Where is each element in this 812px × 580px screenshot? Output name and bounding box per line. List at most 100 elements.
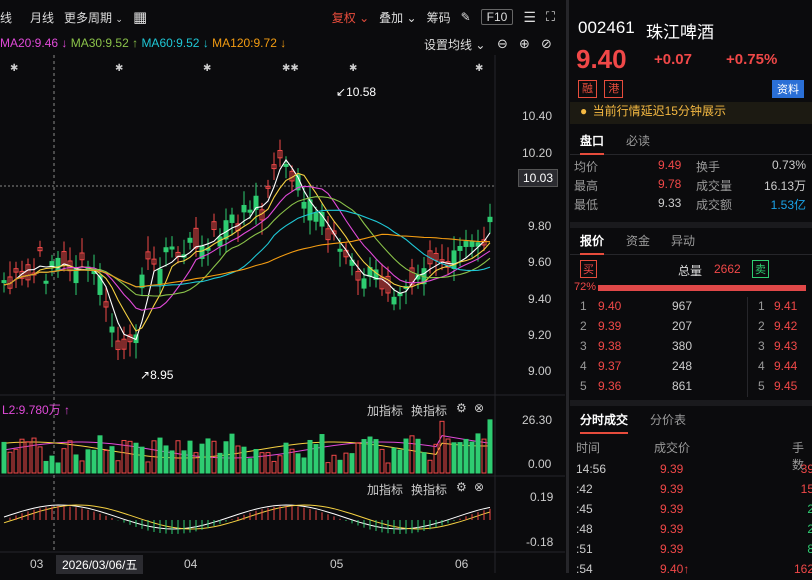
volume-bar	[403, 438, 409, 474]
vol-switch-indicator-button[interactable]: 换指标	[411, 402, 447, 419]
candle-body	[109, 326, 115, 333]
vol-add-indicator-button[interactable]: 加指标	[367, 402, 403, 419]
tab-bidu[interactable]: 必读	[626, 132, 650, 149]
fuquan-button[interactable]: 复权 ⌄	[332, 9, 369, 26]
gear-icon[interactable]: ⚙	[456, 401, 467, 415]
ma-lines	[3, 158, 491, 530]
chips-button[interactable]: 筹码	[427, 9, 451, 26]
event-marker-icon[interactable]: ✱	[349, 63, 357, 74]
fuquan-label: 复权	[331, 10, 356, 25]
bid-volume: 380	[672, 339, 693, 353]
trade-row: :42 9.39 15	[570, 480, 812, 500]
event-marker-icon[interactable]: ✱✱	[282, 63, 299, 74]
grid-layout-icon[interactable]: ▦	[133, 8, 147, 26]
order-book: 1 9.40 967 1 9.41 2 9.39 207 2 9.42 3 9.38 380 3 9.43 4…	[570, 297, 812, 397]
event-marker-icon[interactable]: ✱	[203, 63, 211, 74]
close-icon[interactable]: ⊗	[474, 480, 484, 494]
bid-price: 9.36	[598, 379, 622, 393]
volume-bar	[181, 450, 187, 474]
candle-body	[487, 216, 493, 223]
f10-button[interactable]: F10	[480, 9, 514, 25]
order-book-row[interactable]: 3 9.38 380 3 9.43	[570, 337, 812, 357]
low-value: 8.95	[150, 368, 174, 382]
candle-body	[241, 204, 247, 213]
volume-label-text: L2:9.780万	[2, 403, 61, 417]
tab-tick-trades[interactable]: 分时成交	[580, 411, 629, 434]
volume-bar	[481, 438, 487, 474]
stock-badges: 融 港	[578, 80, 627, 98]
candle-body	[361, 278, 367, 289]
bid-volume: 967	[672, 299, 693, 313]
gear-icon[interactable]: ⚙	[456, 480, 467, 494]
volume-bar	[361, 439, 367, 474]
order-book-row[interactable]: 1 9.40 967 1 9.41	[570, 297, 812, 317]
tab-funds[interactable]: 资金	[626, 232, 650, 249]
hk-connect-badge[interactable]: 港	[604, 80, 624, 98]
period-more[interactable]: 更多周期 ⌄	[64, 9, 123, 26]
panel-divider[interactable]	[566, 0, 569, 573]
macd-add-indicator-button[interactable]: 加指标	[367, 481, 403, 498]
volume-bar	[307, 439, 313, 474]
stat-value: 9.49	[658, 158, 682, 172]
margin-badge[interactable]: 融	[578, 80, 597, 98]
delay-notice: ● 当前行情延迟15分钟展示	[570, 102, 812, 124]
profile-button[interactable]: 资料	[772, 80, 804, 98]
settings-sliders-icon[interactable]: ☰	[523, 9, 536, 26]
draw-pen-icon[interactable]: ✎	[461, 10, 471, 24]
ask-price: 9.41	[774, 299, 798, 313]
bid-volume: 248	[672, 359, 693, 373]
event-marker-icon[interactable]: ✱	[475, 63, 483, 74]
stat-label: 换手	[696, 160, 721, 174]
event-marker-icon[interactable]: ✱	[115, 63, 123, 74]
overlay-button[interactable]: 叠加 ⌄	[379, 9, 416, 26]
candle-body	[313, 212, 319, 222]
candle-body	[283, 163, 289, 167]
ma120-value: MA120:9.72	[212, 36, 277, 50]
chart-toolbar: 线 月线 更多周期 ⌄ ▦ 复权 ⌄ 叠加 ⌄ 筹码 ✎ F10 ☰ ⛶	[0, 0, 565, 34]
ask-level: 1	[758, 299, 765, 313]
tab-price-table[interactable]: 分价表	[650, 411, 686, 428]
trade-list: 14:56 9.39 39:42 9.39 15:45 9.39 2:48 9.39 2:51 9…	[570, 460, 812, 580]
buy-sell-ratio-bar	[598, 285, 806, 291]
trade-price: 9.40↑	[660, 562, 690, 576]
price-tick: 10.40	[522, 109, 553, 123]
ma-settings-button[interactable]: 设置均线 ⌄	[424, 36, 485, 53]
period-day-partial[interactable]: 线	[0, 9, 12, 26]
close-icon[interactable]: ⊗	[474, 401, 484, 415]
trade-time: :45	[576, 502, 593, 516]
macd-switch-indicator-button[interactable]: 换指标	[411, 481, 447, 498]
order-book-row[interactable]: 5 9.36 861 5 9.45	[570, 377, 812, 397]
price-tick: 9.40	[528, 292, 552, 306]
sell-badge: 卖	[752, 260, 769, 278]
order-book-row[interactable]: 2 9.39 207 2 9.42	[570, 317, 812, 337]
volume-bar	[409, 435, 415, 474]
volume-bar	[31, 437, 37, 474]
kline-chart[interactable]	[0, 55, 565, 573]
high-value: 10.58	[346, 85, 377, 99]
volume-bar	[61, 448, 67, 474]
tab-quote[interactable]: 报价	[580, 232, 605, 255]
bid-level: 4	[580, 359, 587, 373]
volume-bar	[475, 433, 481, 474]
tab-pankou[interactable]: 盘口	[580, 132, 605, 155]
period-month[interactable]: 月线	[30, 9, 54, 26]
price-change: +0.07	[654, 51, 692, 68]
volume-bar	[1, 441, 7, 474]
zoom-out-icon[interactable]: ⊖	[497, 36, 508, 52]
volume-bar	[415, 438, 421, 474]
volume-bar	[133, 442, 139, 474]
fullscreen-icon[interactable]: ⛶	[546, 9, 555, 25]
volume-bar	[199, 443, 205, 474]
trade-row: :48 9.39 2	[570, 520, 812, 540]
reset-icon[interactable]: ⊘	[541, 36, 552, 52]
tab-alerts[interactable]: 异动	[671, 232, 695, 249]
order-book-row[interactable]: 4 9.37 248 4 9.44	[570, 357, 812, 377]
volume-bar	[157, 437, 163, 474]
volume-bar	[43, 460, 49, 474]
candle-body	[463, 241, 469, 247]
zoom-in-icon[interactable]: ⊕	[519, 36, 530, 52]
price-tick: 9.00	[528, 364, 552, 378]
event-marker-icon[interactable]: ✱	[10, 63, 18, 74]
ask-level: 4	[758, 359, 765, 373]
total-value: 2662	[714, 262, 741, 276]
